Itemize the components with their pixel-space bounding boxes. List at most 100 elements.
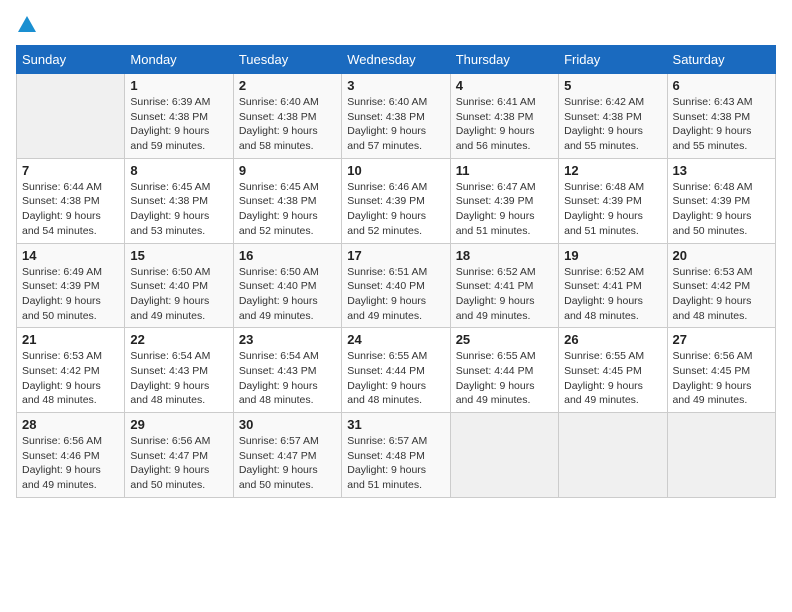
day-number: 18 <box>456 248 553 263</box>
day-number: 21 <box>22 332 119 347</box>
day-info: Sunrise: 6:51 AM Sunset: 4:40 PM Dayligh… <box>347 265 444 324</box>
calendar-cell: 9 Sunrise: 6:45 AM Sunset: 4:38 PM Daylig… <box>233 158 341 243</box>
day-number: 30 <box>239 417 336 432</box>
header-monday: Monday <box>125 46 233 74</box>
calendar-cell: 27Sunrise: 6:56 AM Sunset: 4:45 PM Dayli… <box>667 328 775 413</box>
calendar-cell: 30 Sunrise: 6:57 AM Sunset: 4:47 PM Dayli… <box>233 413 341 498</box>
day-info: Sunrise: 6:45 AM Sunset: 4:38 PM Dayligh… <box>130 180 227 239</box>
calendar-cell <box>667 413 775 498</box>
header-thursday: Thursday <box>450 46 558 74</box>
day-info: Sunrise: 6:57 AM Sunset: 4:48 PM Dayligh… <box>347 434 444 493</box>
calendar-cell: 14 Sunrise: 6:49 AM Sunset: 4:39 PM Dayli… <box>17 243 125 328</box>
day-info: Sunrise: 6:43 AM Sunset: 4:38 PM Dayligh… <box>673 95 770 154</box>
calendar-cell: 5Sunrise: 6:42 AM Sunset: 4:38 PM Daylig… <box>559 74 667 159</box>
day-info: Sunrise: 6:39 AM Sunset: 4:38 PM Dayligh… <box>130 95 227 154</box>
day-number: 12 <box>564 163 661 178</box>
day-info: Sunrise: 6:52 AM Sunset: 4:41 PM Dayligh… <box>456 265 553 324</box>
calendar-cell: 11Sunrise: 6:47 AM Sunset: 4:39 PM Dayli… <box>450 158 558 243</box>
logo-icon <box>18 16 36 32</box>
calendar-cell: 3 Sunrise: 6:40 AM Sunset: 4:38 PM Daylig… <box>342 74 450 159</box>
calendar-cell: 13 Sunrise: 6:48 AM Sunset: 4:39 PM Dayli… <box>667 158 775 243</box>
calendar-cell: 31Sunrise: 6:57 AM Sunset: 4:48 PM Dayli… <box>342 413 450 498</box>
calendar-cell <box>559 413 667 498</box>
day-number: 22 <box>130 332 227 347</box>
calendar-cell: 19 Sunrise: 6:52 AM Sunset: 4:41 PM Dayli… <box>559 243 667 328</box>
day-number: 2 <box>239 78 336 93</box>
calendar-header-row: SundayMondayTuesdayWednesdayThursdayFrid… <box>17 46 776 74</box>
header-sunday: Sunday <box>17 46 125 74</box>
calendar-cell: 17 Sunrise: 6:51 AM Sunset: 4:40 PM Dayli… <box>342 243 450 328</box>
day-info: Sunrise: 6:54 AM Sunset: 4:43 PM Dayligh… <box>239 349 336 408</box>
calendar-cell <box>17 74 125 159</box>
day-info: Sunrise: 6:48 AM Sunset: 4:39 PM Dayligh… <box>673 180 770 239</box>
day-info: Sunrise: 6:47 AM Sunset: 4:39 PM Dayligh… <box>456 180 553 239</box>
day-number: 4 <box>456 78 553 93</box>
calendar-cell: 6 Sunrise: 6:43 AM Sunset: 4:38 PM Daylig… <box>667 74 775 159</box>
day-info: Sunrise: 6:53 AM Sunset: 4:42 PM Dayligh… <box>673 265 770 324</box>
calendar-week-2: 7 Sunrise: 6:44 AM Sunset: 4:38 PM Daylig… <box>17 158 776 243</box>
day-number: 19 <box>564 248 661 263</box>
calendar-cell: 16 Sunrise: 6:50 AM Sunset: 4:40 PM Dayli… <box>233 243 341 328</box>
day-info: Sunrise: 6:40 AM Sunset: 4:38 PM Dayligh… <box>239 95 336 154</box>
day-info: Sunrise: 6:41 AM Sunset: 4:38 PM Dayligh… <box>456 95 553 154</box>
day-number: 6 <box>673 78 770 93</box>
day-number: 5 <box>564 78 661 93</box>
day-number: 10 <box>347 163 444 178</box>
day-info: Sunrise: 6:45 AM Sunset: 4:38 PM Dayligh… <box>239 180 336 239</box>
day-number: 15 <box>130 248 227 263</box>
day-number: 14 <box>22 248 119 263</box>
day-info: Sunrise: 6:49 AM Sunset: 4:39 PM Dayligh… <box>22 265 119 324</box>
header-wednesday: Wednesday <box>342 46 450 74</box>
day-info: Sunrise: 6:56 AM Sunset: 4:47 PM Dayligh… <box>130 434 227 493</box>
day-number: 8 <box>130 163 227 178</box>
day-number: 25 <box>456 332 553 347</box>
calendar-cell: 15 Sunrise: 6:50 AM Sunset: 4:40 PM Dayli… <box>125 243 233 328</box>
day-info: Sunrise: 6:55 AM Sunset: 4:44 PM Dayligh… <box>347 349 444 408</box>
calendar-cell: 24Sunrise: 6:55 AM Sunset: 4:44 PM Dayli… <box>342 328 450 413</box>
calendar-cell: 2 Sunrise: 6:40 AM Sunset: 4:38 PM Daylig… <box>233 74 341 159</box>
logo <box>16 16 36 37</box>
day-number: 3 <box>347 78 444 93</box>
day-number: 16 <box>239 248 336 263</box>
calendar-cell: 7 Sunrise: 6:44 AM Sunset: 4:38 PM Daylig… <box>17 158 125 243</box>
day-number: 13 <box>673 163 770 178</box>
calendar-cell: 25 Sunrise: 6:55 AM Sunset: 4:44 PM Dayli… <box>450 328 558 413</box>
calendar-cell: 18 Sunrise: 6:52 AM Sunset: 4:41 PM Dayli… <box>450 243 558 328</box>
day-number: 29 <box>130 417 227 432</box>
calendar-cell: 28 Sunrise: 6:56 AM Sunset: 4:46 PM Dayli… <box>17 413 125 498</box>
header-tuesday: Tuesday <box>233 46 341 74</box>
calendar-cell: 21Sunrise: 6:53 AM Sunset: 4:42 PM Dayli… <box>17 328 125 413</box>
calendar-cell: 4 Sunrise: 6:41 AM Sunset: 4:38 PM Daylig… <box>450 74 558 159</box>
calendar-cell: 8 Sunrise: 6:45 AM Sunset: 4:38 PM Daylig… <box>125 158 233 243</box>
day-info: Sunrise: 6:40 AM Sunset: 4:38 PM Dayligh… <box>347 95 444 154</box>
calendar-week-5: 28 Sunrise: 6:56 AM Sunset: 4:46 PM Dayli… <box>17 413 776 498</box>
calendar-cell: 20Sunrise: 6:53 AM Sunset: 4:42 PM Dayli… <box>667 243 775 328</box>
day-number: 28 <box>22 417 119 432</box>
calendar-cell <box>450 413 558 498</box>
day-number: 23 <box>239 332 336 347</box>
day-info: Sunrise: 6:57 AM Sunset: 4:47 PM Dayligh… <box>239 434 336 493</box>
day-number: 1 <box>130 78 227 93</box>
calendar-cell: 10 Sunrise: 6:46 AM Sunset: 4:39 PM Dayli… <box>342 158 450 243</box>
day-number: 9 <box>239 163 336 178</box>
day-info: Sunrise: 6:50 AM Sunset: 4:40 PM Dayligh… <box>239 265 336 324</box>
day-info: Sunrise: 6:46 AM Sunset: 4:39 PM Dayligh… <box>347 180 444 239</box>
day-number: 26 <box>564 332 661 347</box>
day-number: 27 <box>673 332 770 347</box>
day-info: Sunrise: 6:44 AM Sunset: 4:38 PM Dayligh… <box>22 180 119 239</box>
calendar-cell: 1 Sunrise: 6:39 AM Sunset: 4:38 PM Daylig… <box>125 74 233 159</box>
header-friday: Friday <box>559 46 667 74</box>
day-info: Sunrise: 6:55 AM Sunset: 4:44 PM Dayligh… <box>456 349 553 408</box>
day-info: Sunrise: 6:56 AM Sunset: 4:46 PM Dayligh… <box>22 434 119 493</box>
day-number: 17 <box>347 248 444 263</box>
page-header <box>16 16 776 37</box>
day-info: Sunrise: 6:48 AM Sunset: 4:39 PM Dayligh… <box>564 180 661 239</box>
day-info: Sunrise: 6:52 AM Sunset: 4:41 PM Dayligh… <box>564 265 661 324</box>
day-info: Sunrise: 6:54 AM Sunset: 4:43 PM Dayligh… <box>130 349 227 408</box>
calendar-week-1: 1 Sunrise: 6:39 AM Sunset: 4:38 PM Daylig… <box>17 74 776 159</box>
day-info: Sunrise: 6:50 AM Sunset: 4:40 PM Dayligh… <box>130 265 227 324</box>
day-number: 7 <box>22 163 119 178</box>
calendar-cell: 23 Sunrise: 6:54 AM Sunset: 4:43 PM Dayli… <box>233 328 341 413</box>
calendar-cell: 22 Sunrise: 6:54 AM Sunset: 4:43 PM Dayli… <box>125 328 233 413</box>
calendar-table: SundayMondayTuesdayWednesdayThursdayFrid… <box>16 45 776 498</box>
